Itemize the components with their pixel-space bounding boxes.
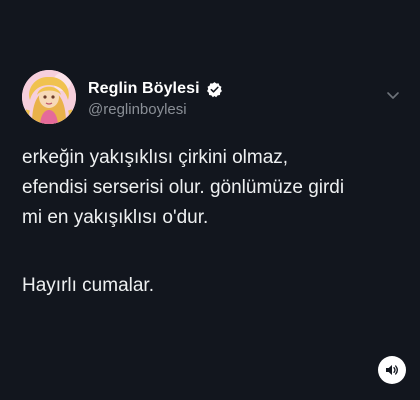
- paragraph-break: [22, 233, 407, 271]
- tweet-line: Hayırlı cumalar.: [22, 275, 154, 296]
- chevron-down-icon[interactable]: [384, 88, 402, 102]
- author-handle[interactable]: @reglinboylesi: [88, 101, 187, 118]
- tweet-line: efendisi serserisi olur. gönlümüze girdi: [22, 177, 345, 198]
- tweet-line: erkeğin yakışıklısı çirkini olmaz,: [22, 147, 289, 168]
- sound-toggle-button[interactable]: [378, 356, 406, 384]
- cartoon-girl-avatar-icon: [22, 70, 76, 124]
- tweet-text: erkeğin yakışıklısı çirkini olmaz, efend…: [22, 143, 407, 301]
- author-name-row: Reglin Böylesi: [88, 80, 223, 98]
- author-avatar[interactable]: [22, 70, 76, 124]
- verified-badge-icon: [206, 81, 223, 98]
- author-display-name[interactable]: Reglin Böylesi: [88, 80, 200, 98]
- tweet-line: mi en yakışıklısı o'dur.: [22, 207, 209, 228]
- speaker-icon: [386, 365, 398, 375]
- tweet-card: Reglin Böylesi @reglinboylesi erkeğin ya…: [0, 0, 420, 400]
